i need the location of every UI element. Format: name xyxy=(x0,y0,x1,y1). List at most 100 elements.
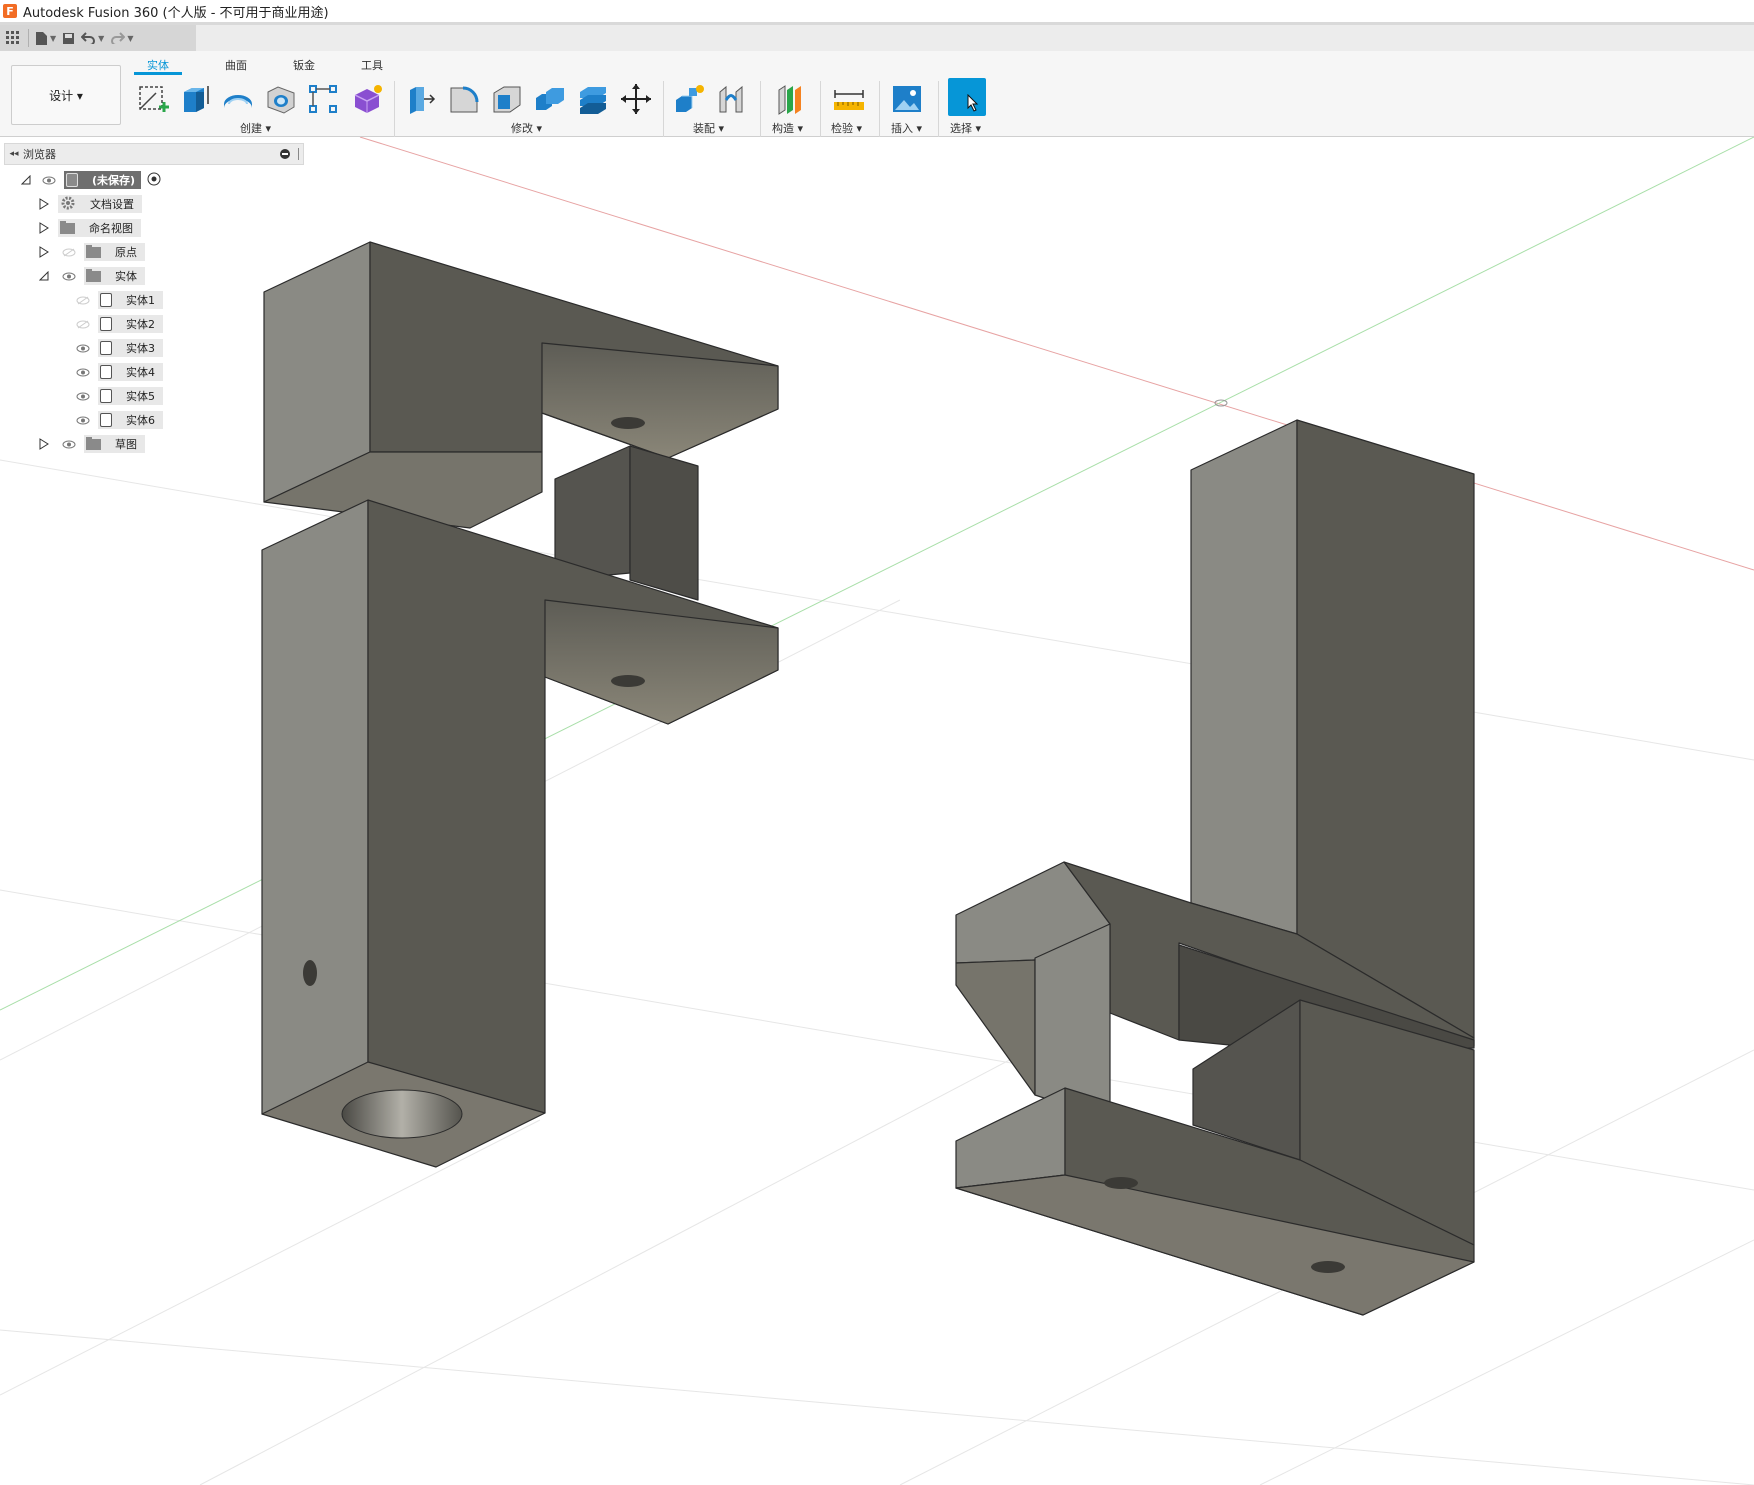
offset-face-icon[interactable] xyxy=(573,80,613,118)
tree-root-row[interactable]: (未保存) xyxy=(20,170,161,190)
redo-icon[interactable]: ▼ xyxy=(110,27,133,49)
select-tool-button[interactable] xyxy=(948,78,986,116)
eye-hidden-icon[interactable] xyxy=(62,247,76,257)
tree-item-named-views[interactable]: 命名视图 xyxy=(38,218,141,238)
workspace-switcher-button[interactable]: 设计 ▾ xyxy=(11,65,121,125)
insert-group-label[interactable]: 插入 ▾ xyxy=(891,120,922,136)
modify-group-label[interactable]: 修改 ▾ xyxy=(511,120,542,136)
inspect-group-label[interactable]: 检验 ▾ xyxy=(831,120,862,136)
divider xyxy=(760,81,761,137)
undo-icon[interactable]: ▼ xyxy=(81,27,104,49)
folder-icon xyxy=(86,436,101,450)
body-icon xyxy=(100,413,112,427)
combine-icon[interactable] xyxy=(530,80,570,118)
collapse-panel-icon[interactable]: ◂◂ xyxy=(5,149,23,159)
chevron-down-icon: ▼ xyxy=(50,33,57,43)
tree-item-label: 草图 xyxy=(115,438,137,451)
tree-item-bodies[interactable]: 实体 xyxy=(38,266,145,286)
shell-icon[interactable] xyxy=(487,80,527,118)
tree-item-label: 命名视图 xyxy=(89,222,133,235)
eye-hidden-icon[interactable] xyxy=(76,295,90,305)
divider xyxy=(394,81,395,137)
pin-icon[interactable] xyxy=(298,148,299,160)
eye-icon[interactable] xyxy=(76,343,90,353)
expand-triangle-icon[interactable] xyxy=(38,246,50,258)
move-icon[interactable] xyxy=(616,80,656,118)
press-pull-icon[interactable] xyxy=(401,80,441,118)
3d-viewport[interactable] xyxy=(0,137,1754,1485)
fillet-icon[interactable] xyxy=(444,80,484,118)
divider xyxy=(938,81,939,137)
eye-icon[interactable] xyxy=(76,367,90,377)
construct-group-label[interactable]: 构造 ▾ xyxy=(772,120,803,136)
divider xyxy=(879,81,880,137)
tree-item-label: 实体6 xyxy=(126,414,155,427)
joint-icon[interactable] xyxy=(713,80,753,118)
rectangular-pattern-icon[interactable] xyxy=(304,80,344,118)
ribbon-toolbar: 设计 ▾ 实体 曲面 钣金 工具 创建 ▾ 修改 ▾ 装配 ▾ 构造 ▾ 检验 … xyxy=(0,51,1754,137)
tree-item-body-2[interactable]: 实体2 xyxy=(76,314,163,334)
eye-icon[interactable] xyxy=(42,175,56,185)
create-group-label[interactable]: 创建 ▾ xyxy=(240,120,271,136)
chevron-down-icon: ▼ xyxy=(98,33,105,43)
assemble-group-label[interactable]: 装配 ▾ xyxy=(693,120,724,136)
tab-surface[interactable]: 曲面 xyxy=(202,57,270,75)
save-icon[interactable] xyxy=(62,27,75,49)
hole-icon[interactable] xyxy=(261,80,301,118)
tree-item-label: 实体2 xyxy=(126,318,155,331)
offset-plane-icon[interactable] xyxy=(770,80,810,118)
revolve-icon[interactable] xyxy=(218,80,258,118)
expand-triangle-icon[interactable] xyxy=(20,174,32,186)
select-group-label[interactable]: 选择 ▾ xyxy=(950,120,981,136)
activate-radio-icon[interactable] xyxy=(147,172,161,189)
quick-access-toolbar: ▼ ▼ ▼ xyxy=(0,25,1754,51)
ribbon-tabs: 实体 曲面 钣金 工具 xyxy=(134,57,406,75)
window-title: Autodesk Fusion 360 (个人版 - 不可用于商业用途) xyxy=(23,5,329,21)
tree-item-body-5[interactable]: 实体5 xyxy=(76,386,163,406)
divider xyxy=(28,29,29,47)
tree-item-label: 实体3 xyxy=(126,342,155,355)
new-component-icon[interactable] xyxy=(670,80,710,118)
tree-item-body-4[interactable]: 实体4 xyxy=(76,362,163,382)
collapse-triangle-icon[interactable] xyxy=(38,270,50,282)
body-icon xyxy=(100,293,112,307)
divider xyxy=(820,81,821,137)
expand-triangle-icon[interactable] xyxy=(38,438,50,450)
grid-icon[interactable] xyxy=(6,27,20,49)
tab-solid[interactable]: 实体 xyxy=(134,57,182,75)
eye-icon[interactable] xyxy=(76,391,90,401)
tab-sheet-metal[interactable]: 钣金 xyxy=(270,57,338,75)
eye-icon[interactable] xyxy=(62,271,76,281)
minimize-icon[interactable] xyxy=(280,149,290,159)
folder-icon xyxy=(60,220,75,234)
eye-hidden-icon[interactable] xyxy=(76,319,90,329)
body-icon xyxy=(100,341,112,355)
browser-panel-header: ◂◂ 浏览器 xyxy=(4,143,304,165)
cursor-arrow-icon xyxy=(967,94,979,112)
tab-tools[interactable]: 工具 xyxy=(338,57,406,75)
expand-triangle-icon[interactable] xyxy=(38,222,50,234)
tree-item-doc-settings[interactable]: 文档设置 xyxy=(38,194,142,214)
folder-icon xyxy=(86,268,101,282)
extrude-icon[interactable] xyxy=(175,80,215,118)
root-component-label: (未保存) xyxy=(92,174,136,187)
expand-triangle-icon[interactable] xyxy=(38,198,50,210)
create-sketch-icon[interactable] xyxy=(133,80,173,118)
gear-icon xyxy=(60,195,76,214)
eye-icon[interactable] xyxy=(62,439,76,449)
tree-item-origin[interactable]: 原点 xyxy=(38,242,145,262)
body-icon xyxy=(100,317,112,331)
create-form-icon[interactable] xyxy=(347,80,387,118)
folder-icon xyxy=(86,244,101,258)
file-icon[interactable]: ▼ xyxy=(35,27,56,49)
tree-item-body-6[interactable]: 实体6 xyxy=(76,410,163,430)
fusion-logo-icon: F xyxy=(3,4,17,18)
eye-icon[interactable] xyxy=(76,415,90,425)
tree-item-body-3[interactable]: 实体3 xyxy=(76,338,163,358)
tree-item-label: 原点 xyxy=(115,246,137,259)
chevron-down-icon: ▼ xyxy=(127,33,134,43)
measure-icon[interactable] xyxy=(829,80,869,118)
tree-item-sketches[interactable]: 草图 xyxy=(38,434,145,454)
tree-item-body-1[interactable]: 实体1 xyxy=(76,290,163,310)
insert-image-icon[interactable] xyxy=(887,80,927,118)
